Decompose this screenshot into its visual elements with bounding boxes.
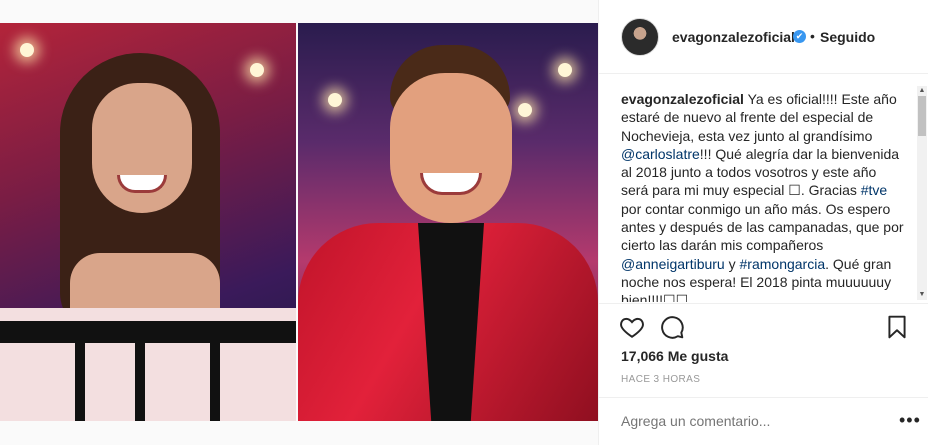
username-link[interactable]: evagonzalezoficial <box>672 29 795 45</box>
verified-badge-icon: ✔ <box>793 30 806 43</box>
comment-input[interactable] <box>621 413 881 429</box>
dress-stripe <box>135 343 145 421</box>
comment-icon[interactable] <box>659 314 685 340</box>
face <box>92 83 192 213</box>
more-options-icon[interactable]: ••• <box>899 410 921 431</box>
caption-segment: por contar conmigo un año más. Os espero… <box>621 200 904 254</box>
photo-left-woman <box>0 23 296 421</box>
hashtag-link[interactable]: #ramongarcia <box>740 256 826 272</box>
mention-link[interactable]: @carloslatre <box>621 146 700 162</box>
separator-dot: • <box>810 28 815 44</box>
scroll-thumb[interactable] <box>918 96 926 136</box>
comment-bar: ••• <box>599 397 928 445</box>
avatar[interactable] <box>621 18 659 56</box>
scroll-up-arrow-icon[interactable]: ▲ <box>917 86 927 96</box>
stage-light <box>518 103 532 117</box>
caption-text: evagonzalezoficial Ya es oficial!!!! Est… <box>621 90 905 302</box>
caption-segment: y <box>724 255 740 272</box>
mention-link[interactable]: @anneigartiburu <box>621 256 725 272</box>
stage-light <box>328 93 342 107</box>
follow-status-button[interactable]: Seguido <box>820 29 875 45</box>
caption-author[interactable]: evagonzalezoficial <box>621 91 744 107</box>
post-sidebar: evagonzalezoficial ✔ • Seguido evagonzal… <box>598 0 928 445</box>
post-header: evagonzalezoficial ✔ • Seguido <box>599 0 928 74</box>
caption-container: evagonzalezoficial Ya es oficial!!!! Est… <box>599 74 928 302</box>
face <box>390 73 512 223</box>
stage-light <box>250 63 264 77</box>
hashtag-link[interactable]: #tve <box>861 182 887 198</box>
photo-right-man <box>298 23 598 421</box>
likes-count[interactable]: 17,066 Me gusta <box>621 348 728 364</box>
action-bar <box>599 303 928 349</box>
stage-light <box>558 63 572 77</box>
heart-icon[interactable] <box>619 314 645 340</box>
dress-stripe <box>210 343 220 421</box>
dress-stripe <box>75 343 85 421</box>
bookmark-icon[interactable] <box>884 314 910 340</box>
post-timestamp[interactable]: HACE 3 HORAS <box>621 374 700 385</box>
post-image[interactable] <box>0 0 598 445</box>
caption-scrollbar[interactable]: ▲ ▼ <box>917 86 927 300</box>
scroll-down-arrow-icon[interactable]: ▼ <box>917 290 927 300</box>
stage-light <box>20 43 34 57</box>
dress-band <box>0 321 296 343</box>
